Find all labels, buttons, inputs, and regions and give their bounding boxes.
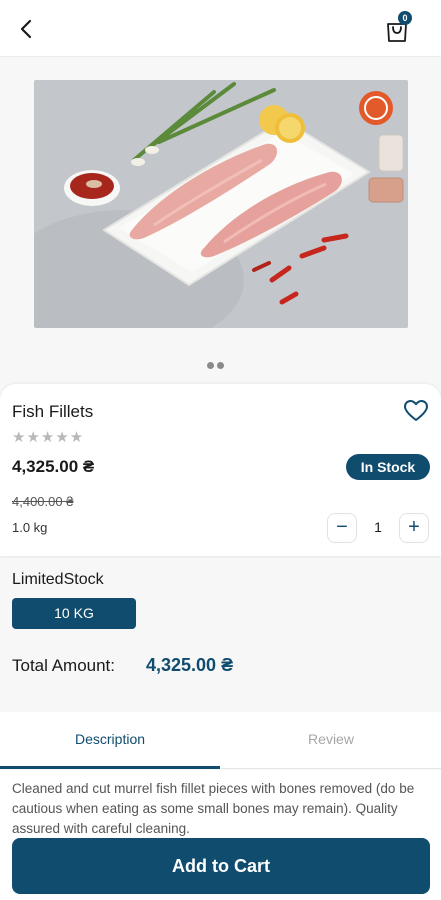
product-image <box>34 80 408 328</box>
product-price: 4,325.00 ₴ <box>12 457 95 476</box>
variant-title: LimitedStock <box>12 571 104 588</box>
pagination-dot[interactable] <box>207 362 214 369</box>
rating-stars: ★★★★★ <box>12 429 85 446</box>
tab-review[interactable]: Review <box>221 712 441 769</box>
stock-status-badge: In Stock <box>346 454 430 480</box>
pagination-dot[interactable] <box>217 362 224 369</box>
heart-icon[interactable] <box>404 400 428 422</box>
top-app-bar: 0 <box>0 0 441 57</box>
decrease-quantity-button[interactable]: − <box>327 513 357 543</box>
tab-description[interactable]: Description <box>0 712 220 769</box>
product-info-card: Fish Fillets ★★★★★ 4,325.00 ₴ In Stock 4… <box>0 384 441 556</box>
product-name: Fish Fillets <box>12 402 94 421</box>
product-image-gallery[interactable] <box>0 58 441 383</box>
product-weight: 1.0 kg <box>12 520 48 535</box>
total-amount-label: Total Amount: <box>12 656 116 675</box>
description-text: Cleaned and cut murrel fish fillet piece… <box>12 781 415 836</box>
add-to-cart-button[interactable]: Add to Cart <box>12 838 430 894</box>
variant-option-10kg[interactable]: 10 KG <box>12 598 136 629</box>
product-tabs: Description Review <box>0 712 441 769</box>
quantity-value: 1 <box>374 519 382 535</box>
gallery-pagination <box>207 356 227 374</box>
total-amount-value: 4,325.00 ₴ <box>146 655 234 675</box>
back-arrow-icon[interactable] <box>14 16 40 42</box>
cart-count-badge: 0 <box>398 11 412 25</box>
original-price: 4,400.00 ₴ <box>12 494 74 509</box>
variant-section: LimitedStock 10 KG Total Amount: 4,325.0… <box>0 558 441 711</box>
increase-quantity-button[interactable]: + <box>399 513 429 543</box>
